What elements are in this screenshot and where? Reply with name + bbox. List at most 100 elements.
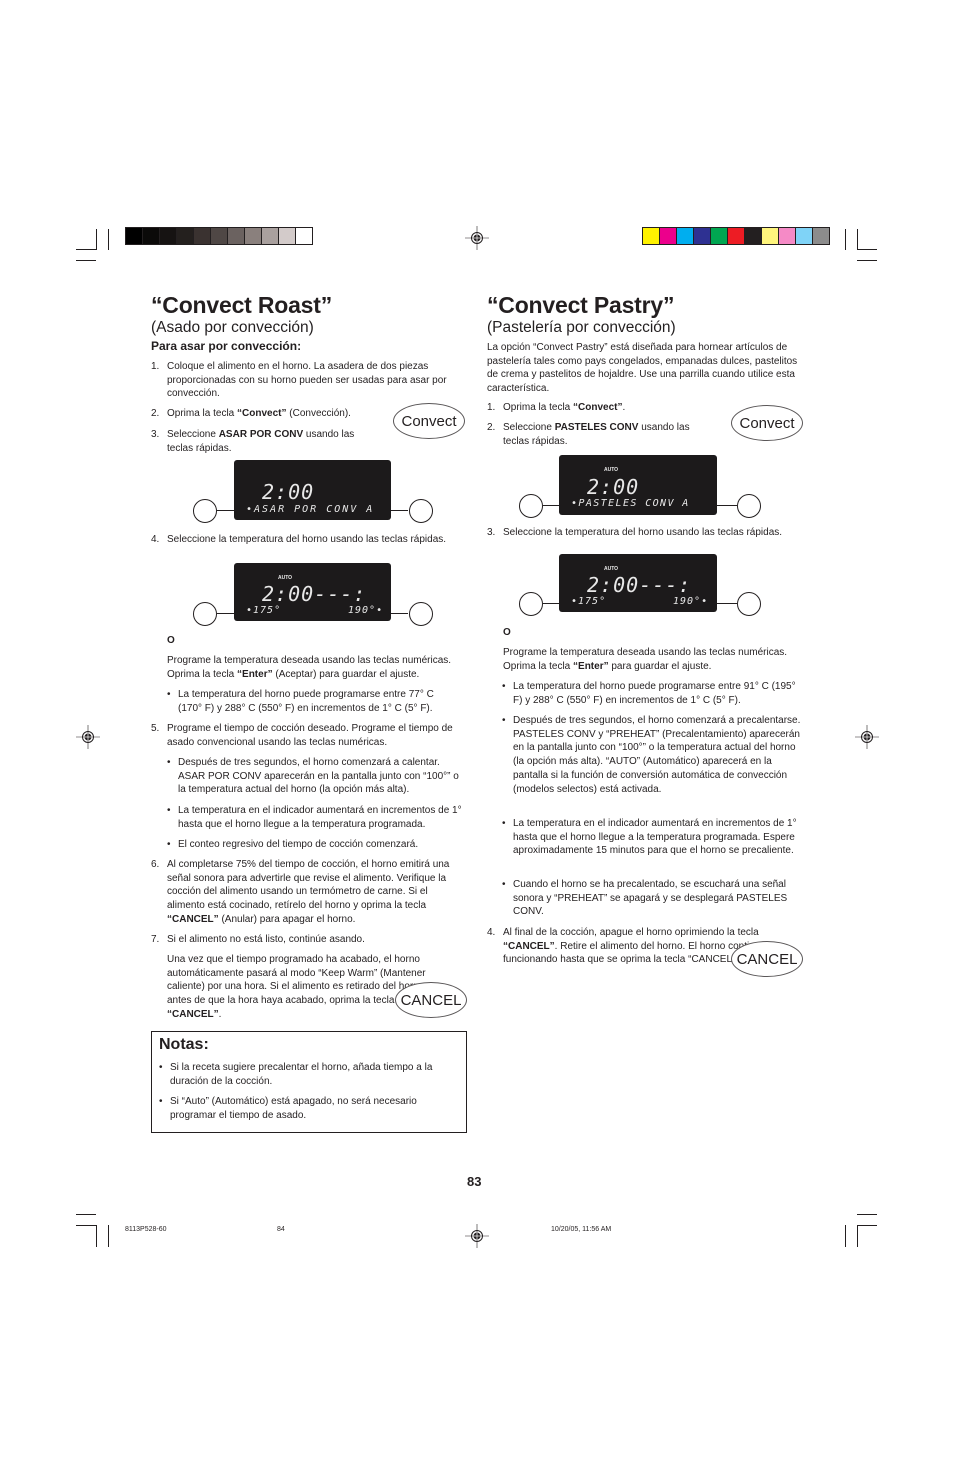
- step-4-alt-text: Programe la temperatura deseada usando l…: [167, 655, 452, 680]
- crop-mark: [857, 1225, 877, 1226]
- section-heading: Para asar por convección:: [151, 339, 302, 353]
- color-swatch: [643, 228, 659, 244]
- step-number: 4.: [487, 927, 496, 938]
- connector-line: [717, 603, 737, 604]
- left-quick-key[interactable]: [519, 592, 543, 616]
- step-6-text: Al completarse 75% del tiempo de cocción…: [167, 859, 450, 925]
- step-3-text: Seleccione ASAR POR CONV usando las tecl…: [167, 429, 355, 454]
- color-swatch: [796, 228, 812, 244]
- grayscale-swatch: [245, 228, 261, 244]
- display-temp-low: •175°: [246, 605, 282, 616]
- grayscale-swatch: [228, 228, 244, 244]
- crop-mark: [857, 1225, 858, 1247]
- step-number: 2.: [487, 422, 496, 433]
- oven-display: AUTO 2:00---: •175° 190°•: [559, 554, 717, 612]
- right-quick-key[interactable]: [737, 494, 761, 518]
- display-mode-text: •ASAR POR CONV A: [246, 504, 375, 515]
- job-code: 8113P528-60: [125, 1226, 167, 1233]
- step-number: 6.: [151, 859, 160, 870]
- bullet-item: La temperatura del horno puede programar…: [167, 688, 458, 715]
- crop-mark: [108, 229, 109, 250]
- registration-mark-icon: [855, 725, 879, 749]
- crop-mark: [857, 249, 877, 250]
- note-item: Si “Auto” (Automático) está apagado, no …: [159, 1095, 455, 1122]
- crop-mark: [76, 260, 96, 261]
- connector-line: [717, 505, 737, 506]
- grayscale-swatch: [262, 228, 278, 244]
- color-swatch: [728, 228, 744, 244]
- connector-line: [217, 613, 234, 614]
- cancel-key[interactable]: CANCEL: [395, 982, 467, 1018]
- crop-mark: [76, 1214, 96, 1215]
- right-quick-key[interactable]: [737, 592, 761, 616]
- bullet-item: La temperatura del horno puede programar…: [502, 680, 798, 707]
- crop-mark: [108, 1225, 109, 1247]
- process-color-bar: [642, 227, 830, 245]
- crop-mark: [857, 260, 877, 261]
- convect-key[interactable]: Convect: [731, 405, 803, 441]
- or-label: O: [167, 635, 175, 646]
- left-quick-key[interactable]: [193, 499, 217, 523]
- step-number: 1.: [151, 361, 160, 372]
- color-swatch: [745, 228, 761, 244]
- color-swatch: [813, 228, 829, 244]
- crop-mark: [845, 229, 846, 250]
- display-temp-low: •175°: [571, 596, 607, 607]
- display-temp-high: 190°•: [348, 605, 384, 616]
- step-3-text: Seleccione la temperatura del horno usan…: [503, 527, 783, 538]
- connector-line: [391, 613, 408, 614]
- step-7-text: Si el alimento no está listo, continúe a…: [167, 934, 365, 945]
- grayscale-swatch: [177, 228, 193, 244]
- registration-mark-icon: [465, 1224, 489, 1248]
- step-7-detail: Una vez que el tiempo programado ha acab…: [167, 954, 426, 1020]
- grayscale-swatch: [160, 228, 176, 244]
- oven-display: AUTO 2:00---: •175° 190°•: [234, 563, 391, 621]
- crop-mark: [96, 1225, 97, 1247]
- step-number: 2.: [151, 408, 160, 419]
- notes-box: Notas: Si la receta sugiere precalentar …: [151, 1031, 467, 1133]
- step-4-text: Seleccione la temperatura del horno usan…: [167, 534, 447, 545]
- connector-line: [543, 603, 559, 604]
- grayscale-swatch: [194, 228, 210, 244]
- convect-key[interactable]: Convect: [393, 403, 465, 439]
- note-item: Si la receta sugiere precalentar el horn…: [159, 1061, 455, 1088]
- display-time: 2:00: [262, 480, 315, 504]
- grayscale-swatch: [143, 228, 159, 244]
- crop-mark: [845, 1225, 846, 1247]
- step-2-text: Seleccione PASTELES CONV usando las tecl…: [503, 422, 690, 447]
- display-time: 2:00: [587, 475, 640, 499]
- display-mode-text: •PASTELES CONV A: [571, 498, 690, 509]
- connector-line: [217, 510, 234, 511]
- crop-mark: [96, 229, 97, 250]
- or-label: O: [503, 627, 511, 638]
- step-5-text: Programe el tiempo de cocción deseado. P…: [167, 723, 453, 748]
- step-number: 5.: [151, 723, 160, 734]
- right-quick-key[interactable]: [409, 602, 433, 626]
- bullet-item: Después de tres segundos, el horno comen…: [167, 756, 468, 797]
- step-number: 7.: [151, 934, 160, 945]
- bullet-item: Cuando el horno se ha precalentado, se e…: [502, 878, 798, 919]
- crop-mark: [857, 1214, 877, 1215]
- cancel-key[interactable]: CANCEL: [731, 941, 803, 977]
- display-auto-indicator: AUTO: [604, 566, 619, 572]
- display-temp-high: 190°•: [673, 596, 709, 607]
- connector-line: [391, 510, 408, 511]
- page-title-left: “Convect Roast”: [151, 292, 333, 318]
- color-swatch: [711, 228, 727, 244]
- bullet-item: La temperatura en el indicador aumentará…: [167, 804, 468, 831]
- color-swatch: [677, 228, 693, 244]
- registration-mark-icon: [76, 725, 100, 749]
- grayscale-swatch: [279, 228, 295, 244]
- color-swatch: [694, 228, 710, 244]
- oven-display: AUTO 2:00 •PASTELES CONV A: [559, 455, 717, 515]
- step-2-text: Oprima la tecla “Convect” (Convección).: [167, 408, 351, 419]
- registration-mark-icon: [465, 226, 489, 250]
- grayscale-swatch: [126, 228, 142, 244]
- crop-mark: [857, 229, 858, 250]
- left-quick-key[interactable]: [519, 494, 543, 518]
- left-quick-key[interactable]: [193, 602, 217, 626]
- connector-line: [543, 505, 559, 506]
- step-number: 4.: [151, 534, 160, 545]
- right-quick-key[interactable]: [409, 499, 433, 523]
- display-time: 2:00---:: [587, 573, 692, 597]
